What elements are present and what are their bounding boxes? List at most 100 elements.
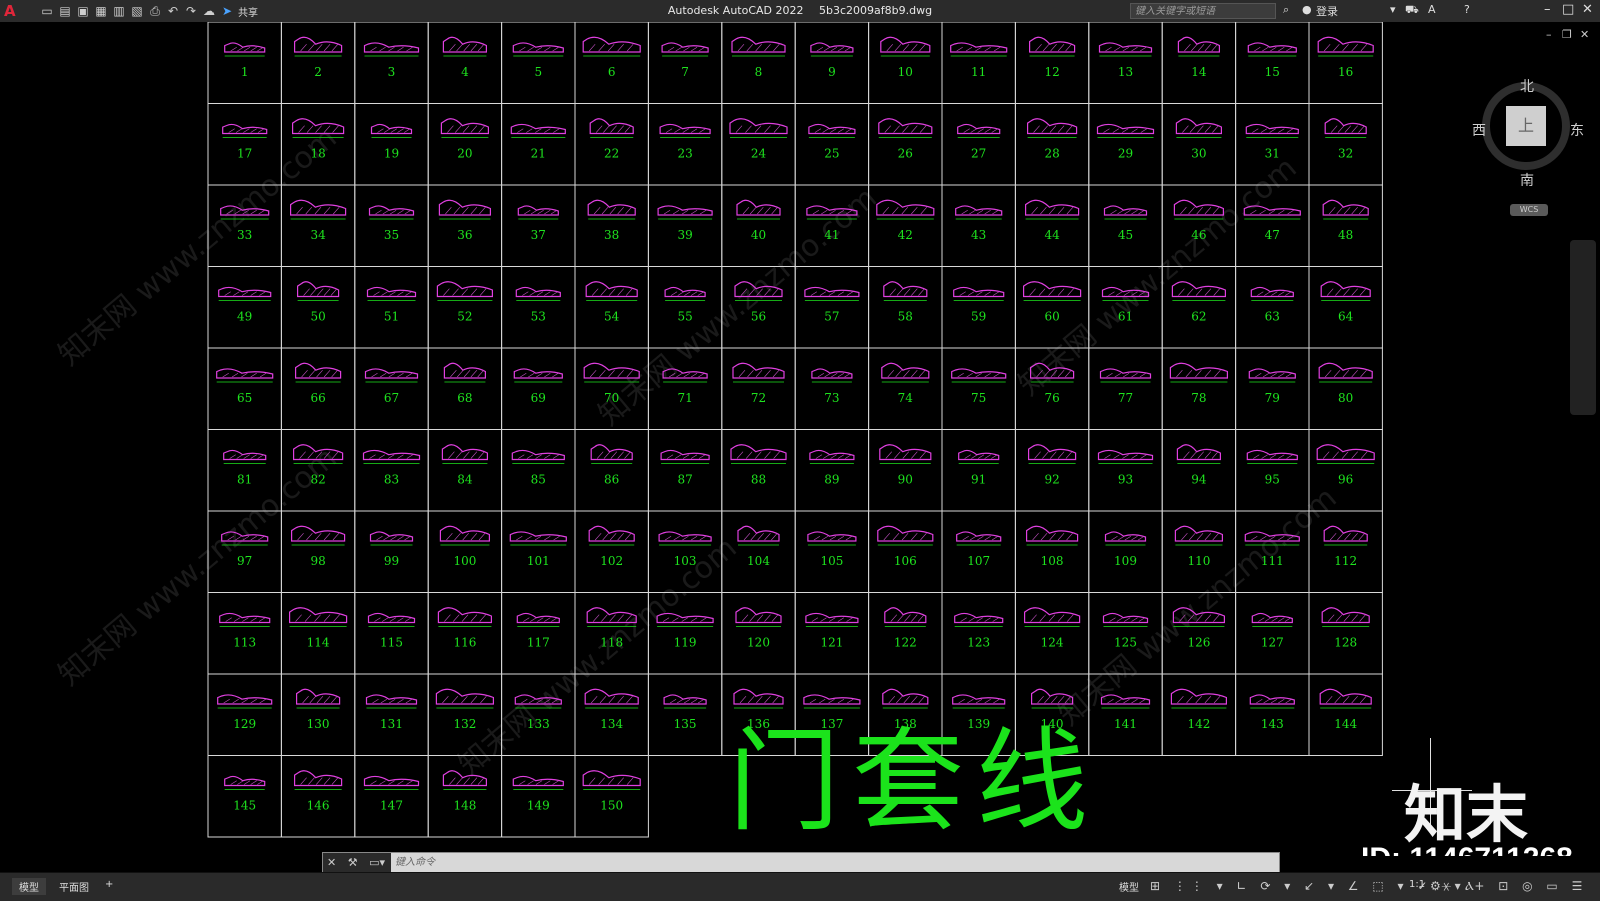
profile-cell[interactable]: 53	[501, 266, 576, 349]
viewport-minimize-icon[interactable]: –	[1546, 28, 1552, 41]
profile-cell[interactable]: 52	[427, 266, 503, 349]
profile-cell[interactable]: 94	[1161, 429, 1237, 512]
profile-cell[interactable]: 108	[1014, 510, 1090, 593]
profile-cell[interactable]: 5	[501, 22, 576, 104]
profile-cell[interactable]: 36	[427, 184, 503, 267]
tab-model[interactable]: 模型	[12, 878, 46, 895]
profile-cell[interactable]: 39	[647, 184, 723, 267]
profile-cell[interactable]: 113	[207, 592, 282, 675]
profile-cell[interactable]: 121	[794, 592, 870, 675]
search-icon[interactable]: ⌕	[1283, 3, 1289, 17]
profile-cell[interactable]: 56	[721, 266, 796, 349]
viewcube-top-face[interactable]: 上	[1506, 106, 1546, 146]
profile-cell[interactable]: 47	[1235, 184, 1310, 267]
profile-cell[interactable]: 109	[1088, 510, 1163, 593]
profile-cell[interactable]: 6	[574, 22, 649, 104]
profile-cell[interactable]: 132	[427, 673, 503, 756]
profile-cell[interactable]: 62	[1161, 266, 1237, 349]
profile-cell[interactable]: 88	[721, 429, 796, 512]
profile-cell[interactable]: 97	[207, 510, 282, 593]
profile-cell[interactable]: 7	[647, 22, 723, 104]
profile-cell[interactable]: 81	[207, 429, 282, 512]
profile-cell[interactable]: 104	[721, 510, 796, 593]
profile-cell[interactable]: 32	[1308, 103, 1383, 186]
maximize-icon[interactable]: □	[1562, 2, 1574, 17]
profile-cell[interactable]: 4	[427, 22, 503, 104]
profile-cell[interactable]: 79	[1235, 347, 1310, 430]
profile-cell[interactable]: 118	[574, 592, 649, 675]
profile-cell[interactable]: 31	[1235, 103, 1310, 186]
profile-cell[interactable]: 65	[207, 347, 282, 430]
profile-cell[interactable]: 82	[280, 429, 356, 512]
profile-cell[interactable]: 127	[1235, 592, 1310, 675]
profile-cell[interactable]: 12	[1014, 22, 1090, 104]
command-input[interactable]: 键入命令	[395, 853, 1255, 873]
profile-cell[interactable]: 41	[794, 184, 870, 267]
profile-cell[interactable]: 30	[1161, 103, 1237, 186]
profile-cell[interactable]: 16	[1308, 22, 1383, 104]
profile-cell[interactable]: 101	[501, 510, 576, 593]
profile-cell[interactable]: 92	[1014, 429, 1090, 512]
share-icon[interactable]: ➤	[220, 4, 234, 18]
profile-cell[interactable]: 67	[354, 347, 429, 430]
profile-cell[interactable]: 48	[1308, 184, 1383, 267]
annotation-scale[interactable]: 1:1	[1402, 878, 1432, 891]
profile-cell[interactable]: 149	[501, 755, 576, 838]
profile-cell[interactable]: 143	[1235, 673, 1310, 756]
profile-cell[interactable]: 103	[647, 510, 723, 593]
close-icon[interactable]: ✕	[327, 856, 336, 869]
profile-cell[interactable]: 134	[574, 673, 649, 756]
profile-cell[interactable]: 15	[1235, 22, 1310, 104]
profile-cell[interactable]: 115	[354, 592, 429, 675]
open-web-icon[interactable]: ▥	[112, 4, 126, 18]
profile-cell[interactable]: 66	[280, 347, 356, 430]
profile-cell[interactable]: 37	[501, 184, 576, 267]
profile-cell[interactable]: 13	[1088, 22, 1163, 104]
profile-cell[interactable]: 14	[1161, 22, 1237, 104]
profile-cell[interactable]: 8	[721, 22, 796, 104]
profile-cell[interactable]: 98	[280, 510, 356, 593]
profile-cell[interactable]: 145	[207, 755, 282, 838]
profile-cell[interactable]: 125	[1088, 592, 1163, 675]
compass-south[interactable]: 南	[1520, 170, 1534, 190]
recent-commands-icon[interactable]: ▭▾	[369, 856, 385, 869]
compass-north[interactable]: 北	[1520, 76, 1534, 96]
undo-icon[interactable]: ↶	[166, 4, 180, 18]
profile-cell[interactable]: 93	[1088, 429, 1163, 512]
profile-cell[interactable]: 148	[427, 755, 503, 838]
profile-cell[interactable]: 130	[280, 673, 356, 756]
autocad-logo-icon[interactable]: A	[4, 2, 16, 20]
profile-cell[interactable]: 83	[354, 429, 429, 512]
profile-cell[interactable]: 107	[941, 510, 1016, 593]
profile-cell[interactable]: 11	[941, 22, 1016, 104]
profile-cell[interactable]: 112	[1308, 510, 1383, 593]
navigation-bar[interactable]	[1570, 240, 1596, 415]
profile-cell[interactable]: 87	[647, 429, 723, 512]
profile-cell[interactable]: 122	[868, 592, 943, 675]
profile-cell[interactable]: 78	[1161, 347, 1237, 430]
profile-cell[interactable]: 72	[721, 347, 796, 430]
profile-cell[interactable]: 2	[280, 22, 356, 104]
profile-cell[interactable]: 44	[1014, 184, 1090, 267]
profile-cell[interactable]: 51	[354, 266, 429, 349]
profile-cell[interactable]: 49	[207, 266, 282, 349]
save-web-icon[interactable]: ▧	[130, 4, 144, 18]
cart-icon[interactable]: ⛟	[1405, 3, 1419, 18]
profile-cell[interactable]: 75	[941, 347, 1016, 430]
tab-layout[interactable]: 平面图	[52, 878, 96, 895]
profile-cell[interactable]: 100	[427, 510, 503, 593]
profile-cell[interactable]: 61	[1088, 266, 1163, 349]
workspace-icon[interactable]: ☁	[202, 4, 216, 18]
profile-cell[interactable]: 58	[868, 266, 943, 349]
profile-cell[interactable]: 46	[1161, 184, 1237, 267]
profile-cell[interactable]: 106	[868, 510, 943, 593]
profile-cell[interactable]: 70	[574, 347, 649, 430]
profile-cell[interactable]: 147	[354, 755, 429, 838]
profile-cell[interactable]: 96	[1308, 429, 1383, 512]
profile-cell[interactable]: 50	[280, 266, 356, 349]
profile-cell[interactable]: 18	[280, 103, 356, 186]
command-line[interactable]: ✕ ⚒ ▭▾ 键入命令	[322, 852, 1280, 874]
user-icon[interactable]: ●	[1302, 3, 1312, 16]
profile-cell[interactable]: 38	[574, 184, 649, 267]
profile-cell[interactable]: 73	[794, 347, 870, 430]
